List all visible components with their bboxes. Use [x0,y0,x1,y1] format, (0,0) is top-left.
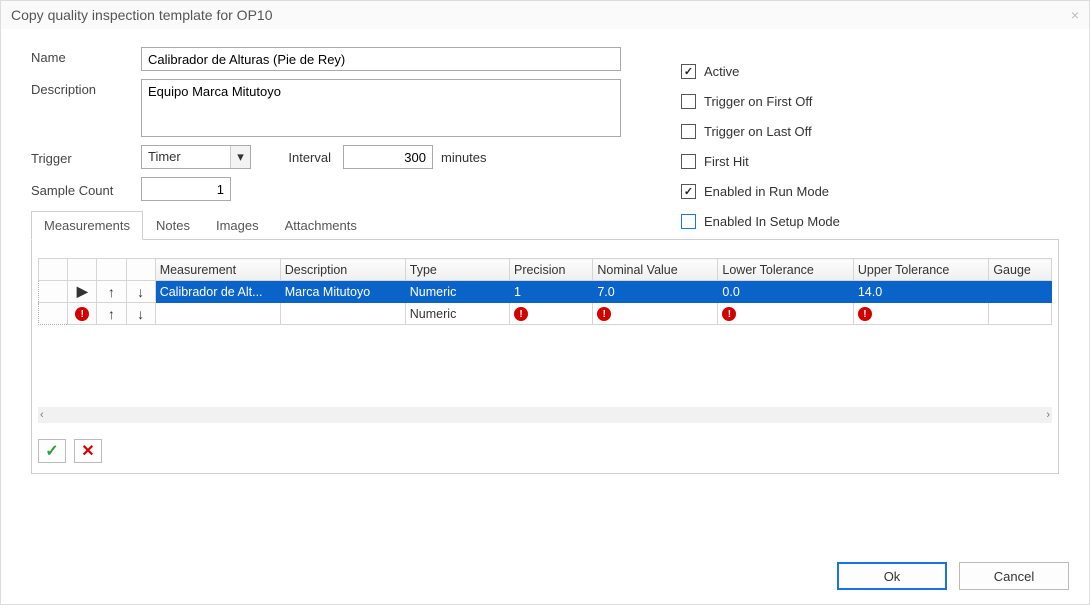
ok-button[interactable]: Ok [837,562,947,590]
checkbox-group: ✓ Active Trigger on First Off Trigger on … [681,56,840,236]
col-gauge[interactable]: Gauge [989,259,1052,281]
trigger-select[interactable]: Timer ▾ [141,145,251,169]
x-icon: ✕ [81,441,94,461]
accept-button[interactable]: ✓ [38,439,66,463]
error-icon: ! [514,307,528,321]
first-hit-checkbox[interactable] [681,154,696,169]
col-precision[interactable]: Precision [509,259,592,281]
move-up-icon[interactable]: ↑ [97,281,126,303]
window-title: Copy quality inspection template for OP1… [11,7,272,23]
cell-lower-tol[interactable]: ! [718,303,853,325]
table-row[interactable]: ! ↑ ↓ Numeric ! ! ! ! [39,303,1052,325]
error-icon: ! [858,307,872,321]
enabled-setup-checkbox[interactable] [681,214,696,229]
trigger-last-off-checkbox[interactable] [681,124,696,139]
scroll-right-icon[interactable]: › [1046,409,1050,421]
check-icon: ✓ [45,441,58,461]
reject-button[interactable]: ✕ [74,439,102,463]
name-label: Name [31,47,141,65]
enabled-run-checkbox[interactable]: ✓ [681,184,696,199]
active-label: Active [704,64,739,79]
trigger-label: Trigger [31,148,141,166]
col-nominal[interactable]: Nominal Value [593,259,718,281]
horizontal-scrollbar[interactable]: ‹ › [38,407,1052,423]
interval-input[interactable] [343,145,433,169]
interval-label: Interval [271,150,331,165]
cell-lower-tol[interactable]: 0.0 [718,281,853,303]
cell-nominal[interactable]: ! [593,303,718,325]
cell-gauge[interactable] [989,281,1052,303]
cell-type[interactable]: Numeric [405,303,509,325]
cell-upper-tol[interactable]: ! [853,303,988,325]
active-checkbox[interactable]: ✓ [681,64,696,79]
chevron-down-icon[interactable]: ▾ [230,146,250,168]
error-icon: ! [68,303,97,325]
first-hit-label: First Hit [704,154,749,169]
col-measurement[interactable]: Measurement [155,259,280,281]
close-icon[interactable]: × [1065,5,1085,25]
form-left: Name Description Trigger Timer ▾ Interva… [31,47,671,201]
tab-attachments[interactable]: Attachments [272,211,370,240]
tab-measurements[interactable]: Measurements [31,211,143,240]
dialog-window: Copy quality inspection template for OP1… [0,0,1090,605]
grid-header-row: Measurement Description Type Precision N… [39,259,1052,281]
description-label: Description [31,79,141,97]
trigger-first-off-checkbox[interactable] [681,94,696,109]
dialog-footer: Ok Cancel [837,562,1069,590]
cell-type[interactable]: Numeric [405,281,509,303]
cell-precision[interactable]: ! [509,303,592,325]
enabled-setup-label: Enabled In Setup Mode [704,214,840,229]
cell-upper-tol[interactable]: 14.0 [853,281,988,303]
cell-gauge[interactable] [989,303,1052,325]
cell-precision[interactable]: 1 [509,281,592,303]
title-bar: Copy quality inspection template for OP1… [1,1,1089,29]
row-indicator-icon: ▶ [68,281,97,303]
measurements-grid: Measurement Description Type Precision N… [38,258,1052,325]
move-up-icon[interactable]: ↑ [97,303,126,325]
cell-measurement[interactable]: Calibrador de Alt... [155,281,280,303]
tab-body: Measurement Description Type Precision N… [31,239,1059,474]
error-icon: ! [597,307,611,321]
scroll-left-icon[interactable]: ‹ [40,409,44,421]
table-row[interactable]: ▶ ↑ ↓ Calibrador de Alt... Marca Mitutoy… [39,281,1052,303]
cell-nominal[interactable]: 7.0 [593,281,718,303]
col-type[interactable]: Type [405,259,509,281]
error-icon: ! [722,307,736,321]
cell-description[interactable]: Marca Mitutoyo [280,281,405,303]
description-input[interactable] [141,79,621,137]
interval-unit: minutes [441,150,487,165]
sample-count-label: Sample Count [31,180,141,198]
col-description[interactable]: Description [280,259,405,281]
col-lower-tol[interactable]: Lower Tolerance [718,259,853,281]
cell-measurement[interactable] [155,303,280,325]
move-down-icon[interactable]: ↓ [126,303,155,325]
tab-notes[interactable]: Notes [143,211,203,240]
move-down-icon[interactable]: ↓ [126,281,155,303]
content-area: Name Description Trigger Timer ▾ Interva… [1,29,1089,484]
tab-images[interactable]: Images [203,211,272,240]
cell-description[interactable] [280,303,405,325]
sample-count-input[interactable] [141,177,231,201]
trigger-value: Timer [148,149,181,164]
cancel-button[interactable]: Cancel [959,562,1069,590]
grid-action-buttons: ✓ ✕ [38,439,102,463]
col-upper-tol[interactable]: Upper Tolerance [853,259,988,281]
enabled-run-label: Enabled in Run Mode [704,184,829,199]
name-input[interactable] [141,47,621,71]
trigger-last-off-label: Trigger on Last Off [704,124,812,139]
tab-strip: Measurements Notes Images Attachments [31,211,1059,240]
trigger-first-off-label: Trigger on First Off [704,94,812,109]
